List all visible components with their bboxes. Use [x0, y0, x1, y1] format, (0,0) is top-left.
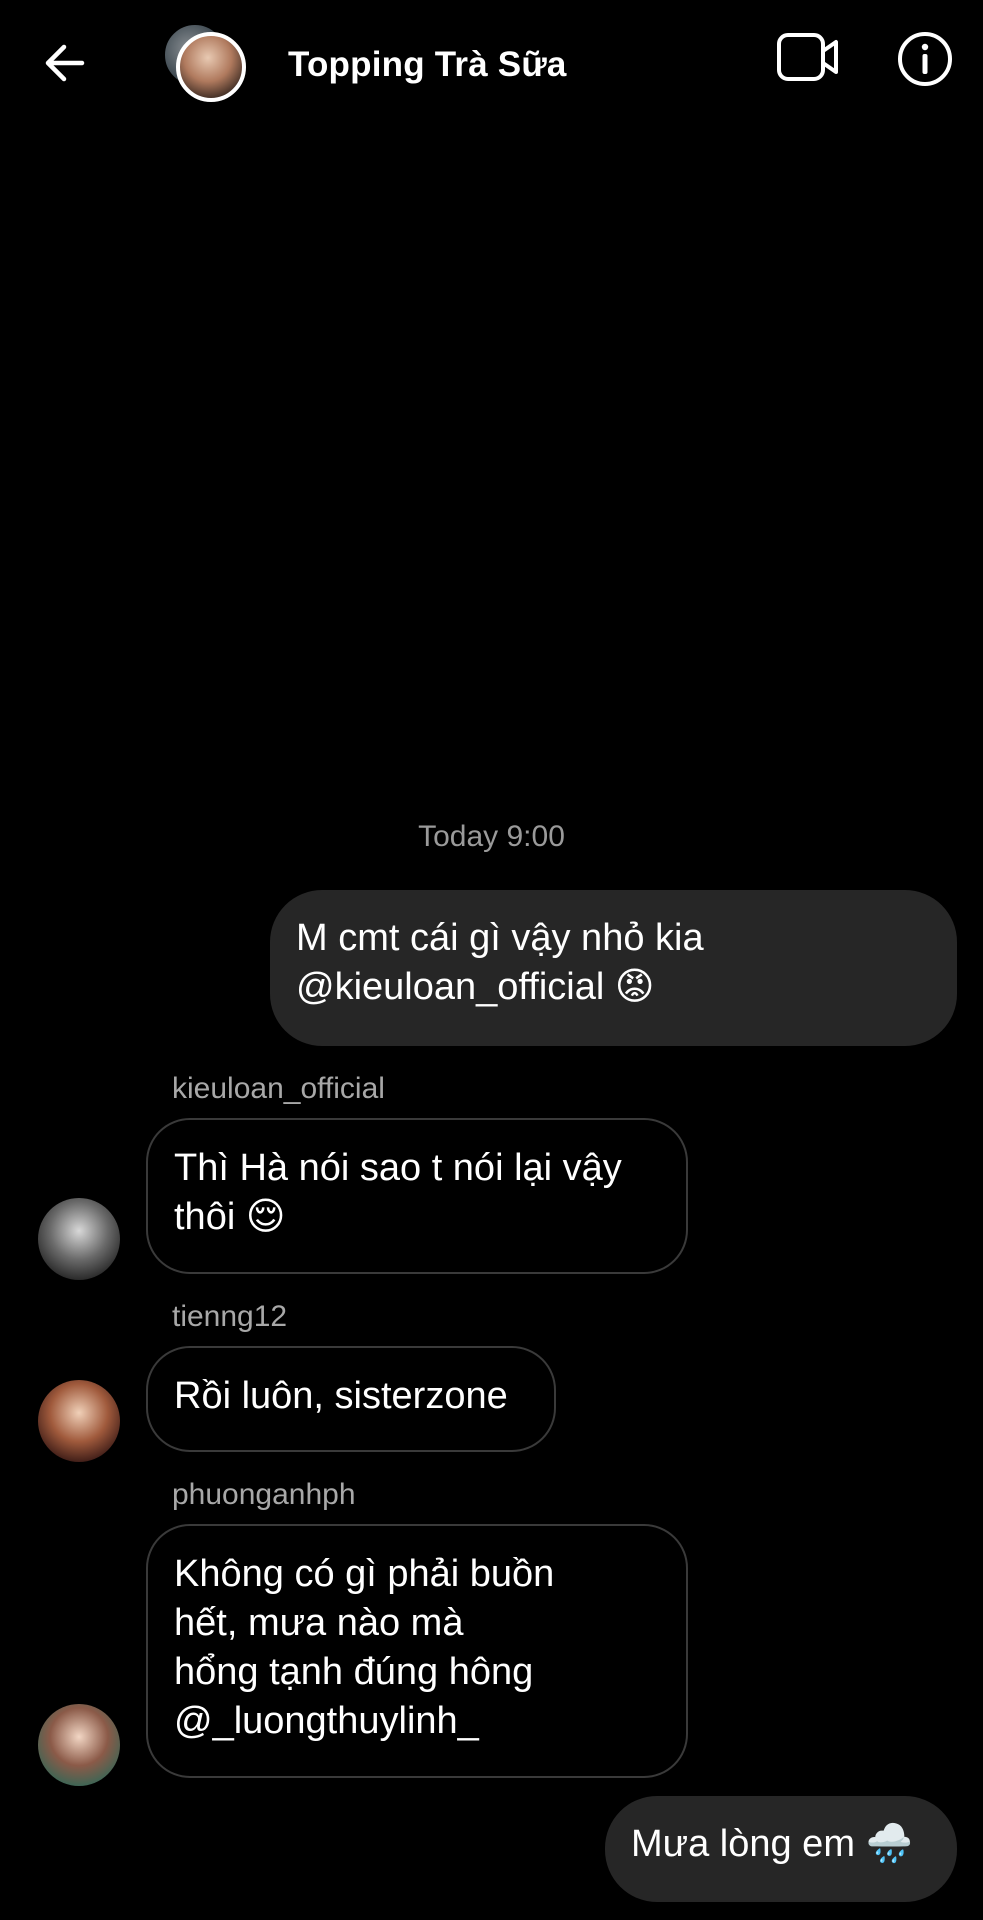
- outgoing-message[interactable]: M cmt cái gì vậy nhỏ kia @kieuloan_offic…: [270, 890, 957, 1046]
- video-call-button[interactable]: [776, 30, 840, 84]
- chat-header: Topping Trà Sữa: [0, 0, 983, 130]
- message-line: Thì Hà nói sao t nói lại vậy: [174, 1147, 622, 1189]
- message-line: Mưa lòng em 🌧️: [631, 1823, 913, 1865]
- message-timestamp: Today 9:00: [418, 820, 565, 853]
- message-line: Rồi luôn, sisterzone: [174, 1375, 508, 1417]
- sender-avatar[interactable]: [38, 1380, 120, 1462]
- message-line: Không có gì phải buồn: [174, 1553, 555, 1595]
- message-line: M cmt cái gì vậy nhỏ kia: [296, 917, 704, 959]
- back-button[interactable]: [40, 38, 90, 88]
- incoming-message[interactable]: Thì Hà nói sao t nói lại vậy thôi 😌: [146, 1118, 688, 1274]
- message-line: @_luongthuylinh_: [174, 1700, 479, 1742]
- sender-name: kieuloan_official: [172, 1072, 385, 1105]
- message-line: hổng tạnh đúng hông: [174, 1651, 534, 1693]
- outgoing-message[interactable]: Mưa lòng em 🌧️: [605, 1796, 957, 1902]
- group-avatar-front: [176, 32, 246, 102]
- incoming-message[interactable]: Không có gì phải buồn hết, mưa nào mà hổ…: [146, 1524, 688, 1778]
- message-line: hết, mưa nào mà: [174, 1602, 464, 1644]
- info-icon: [898, 32, 952, 86]
- incoming-message[interactable]: Rồi luôn, sisterzone: [146, 1346, 556, 1452]
- message-line: thôi 😌: [174, 1196, 286, 1238]
- sender-avatar[interactable]: [38, 1704, 120, 1786]
- sender-avatar[interactable]: [38, 1198, 120, 1280]
- sender-name: phuonganhph: [172, 1478, 356, 1511]
- arrow-left-icon: [45, 44, 85, 82]
- sender-name: tienng12: [172, 1300, 288, 1333]
- message-line: @kieuloan_official 😡: [296, 966, 655, 1008]
- group-avatar[interactable]: [160, 20, 260, 110]
- chat-title[interactable]: Topping Trà Sữa: [288, 45, 567, 85]
- video-camera-icon: [777, 33, 838, 81]
- info-button[interactable]: [896, 30, 954, 88]
